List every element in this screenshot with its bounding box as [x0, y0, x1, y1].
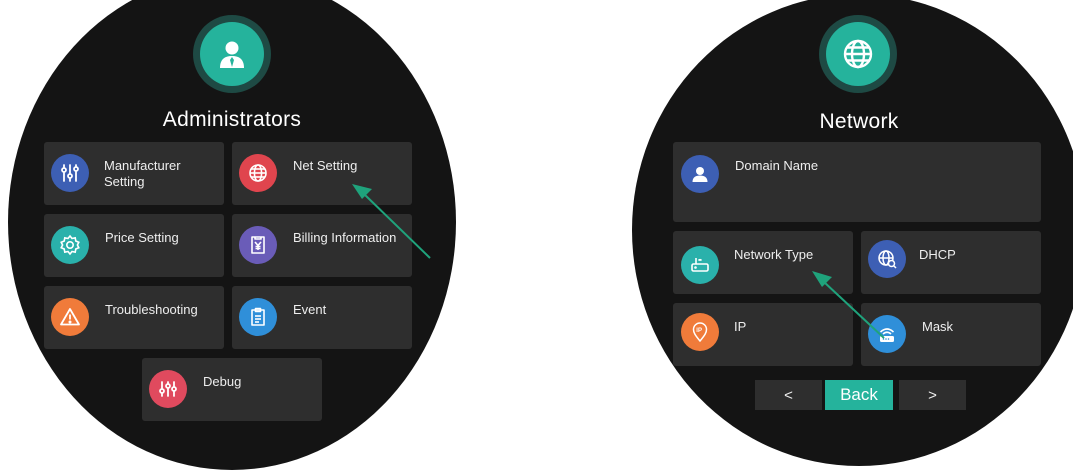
network-screen: Network Domain Name Network Type DHCP IP…	[632, 0, 1073, 466]
tile-label: Domain Name	[735, 158, 819, 173]
tile-label: Debug	[203, 374, 242, 389]
wifi-router-icon	[868, 315, 906, 353]
tile-net-setting[interactable]: Net Setting	[232, 142, 412, 205]
tile-label: Network Type	[734, 247, 814, 262]
back-button[interactable]: Back	[825, 380, 893, 410]
tile-price-setting[interactable]: Price Setting	[44, 214, 224, 277]
ip-pin-icon: IP	[681, 313, 719, 351]
next-button[interactable]: >	[899, 380, 966, 410]
sliders-icon	[51, 154, 89, 192]
equalizer-icon	[149, 370, 187, 408]
tile-label: IP	[734, 319, 747, 334]
tile-label: Billing Information	[293, 230, 397, 245]
tile-label: Troubleshooting	[105, 302, 198, 317]
page-title: Network	[819, 110, 899, 133]
billing-yen-icon	[239, 226, 277, 264]
prev-button[interactable]: <	[755, 380, 822, 410]
globe-search-icon	[868, 240, 906, 278]
tile-mask[interactable]: Mask	[861, 303, 1041, 366]
tile-domain-name[interactable]: Domain Name	[673, 142, 1041, 222]
tile-dhcp[interactable]: DHCP	[861, 231, 1041, 294]
tile-network-type[interactable]: Network Type	[673, 231, 853, 294]
tile-billing-information[interactable]: Billing Information	[232, 214, 412, 277]
warning-icon	[51, 298, 89, 336]
tile-label: Manufacturer Setting	[104, 158, 181, 189]
router-icon	[681, 246, 719, 284]
tile-label: Net Setting	[293, 158, 358, 173]
page-title: Administrators	[162, 108, 302, 131]
administrators-screen: Administrators Manufacturer Setting Net …	[8, 0, 456, 470]
tile-label: Event	[293, 302, 327, 317]
clipboard-icon	[239, 298, 277, 336]
tile-label: Mask	[922, 319, 954, 334]
tile-ip[interactable]: IP IP	[673, 303, 853, 366]
user-icon	[681, 155, 719, 193]
globe-icon	[826, 22, 890, 86]
tile-debug[interactable]: Debug	[142, 358, 322, 421]
tile-label: DHCP	[919, 247, 956, 262]
svg-text:IP: IP	[696, 328, 702, 334]
tile-event[interactable]: Event	[232, 286, 412, 349]
tile-manufacturer-setting[interactable]: Manufacturer Setting	[44, 142, 224, 205]
gear-icon	[51, 226, 89, 264]
globe-icon	[239, 154, 277, 192]
tile-troubleshooting[interactable]: Troubleshooting	[44, 286, 224, 349]
tile-label: Price Setting	[105, 230, 179, 245]
admin-user-icon	[200, 22, 264, 86]
